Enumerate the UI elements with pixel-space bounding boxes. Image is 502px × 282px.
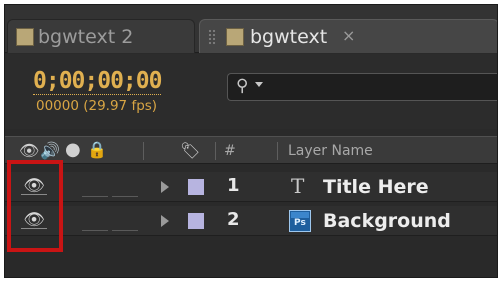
- label-color-swatch[interactable]: [188, 213, 204, 229]
- layer-row[interactable]: 👁 1 T Title Here: [5, 172, 497, 202]
- text-layer-icon: T: [291, 174, 305, 198]
- chevron-down-icon[interactable]: [255, 82, 263, 87]
- audio-switch[interactable]: [82, 177, 108, 197]
- current-time-display[interactable]: 0;00;00;00: [33, 68, 162, 95]
- tab-bgwtext[interactable]: bgwtext ×: [199, 19, 497, 53]
- lock-icon[interactable]: 🔒: [87, 140, 107, 159]
- layer-name-header[interactable]: Layer Name: [288, 143, 373, 159]
- audio-switch[interactable]: [82, 211, 108, 231]
- visibility-column-highlight: [7, 160, 63, 252]
- empty-layer-area[interactable]: [5, 240, 497, 277]
- frame-rate-readout: 00000 (29.97 fps): [36, 98, 158, 114]
- layer-number: 1: [227, 175, 240, 196]
- photoshop-layer-icon: Ps: [289, 210, 311, 232]
- column-divider[interactable]: [277, 142, 278, 160]
- tab-label: bgwtext 2: [38, 25, 134, 48]
- tab-bar: bgwtext 2 bgwtext ×: [5, 5, 497, 53]
- composition-swatch-icon: [16, 28, 34, 46]
- layer-row[interactable]: 👁 2 Ps Background: [5, 206, 497, 236]
- layer-name[interactable]: Title Here: [323, 176, 429, 198]
- expand-triangle-icon[interactable]: [161, 215, 169, 227]
- expand-triangle-icon[interactable]: [161, 181, 169, 193]
- layer-name[interactable]: Background: [323, 210, 451, 232]
- solo-switch[interactable]: [112, 211, 138, 231]
- column-header: 👁 🔊 ● 🔒 🏷 # Layer Name: [5, 136, 497, 164]
- layer-number: 2: [227, 209, 240, 230]
- label-tag-icon[interactable]: 🏷: [180, 141, 200, 160]
- close-icon[interactable]: ×: [342, 26, 355, 45]
- tab-bgwtext-2[interactable]: bgwtext 2: [7, 19, 195, 53]
- tab-label: bgwtext: [250, 25, 328, 48]
- solo-icon[interactable]: ●: [65, 139, 81, 160]
- timecode-bar: 0;00;00;00 00000 (29.97 fps) ⚲: [5, 54, 497, 129]
- column-divider[interactable]: [143, 142, 144, 160]
- drag-grip-icon[interactable]: [208, 29, 216, 45]
- composition-swatch-icon: [226, 28, 244, 46]
- timeline-panel: bgwtext 2 bgwtext × 0;00;00;00 00000 (29…: [4, 4, 498, 278]
- eye-icon[interactable]: 👁: [19, 141, 39, 160]
- solo-switch[interactable]: [112, 177, 138, 197]
- column-divider[interactable]: [215, 142, 216, 160]
- audio-icon[interactable]: 🔊: [40, 141, 60, 160]
- layer-number-header[interactable]: #: [224, 143, 236, 159]
- label-color-swatch[interactable]: [188, 179, 204, 195]
- search-icon: ⚲: [236, 76, 249, 96]
- search-input[interactable]: ⚲: [227, 73, 497, 101]
